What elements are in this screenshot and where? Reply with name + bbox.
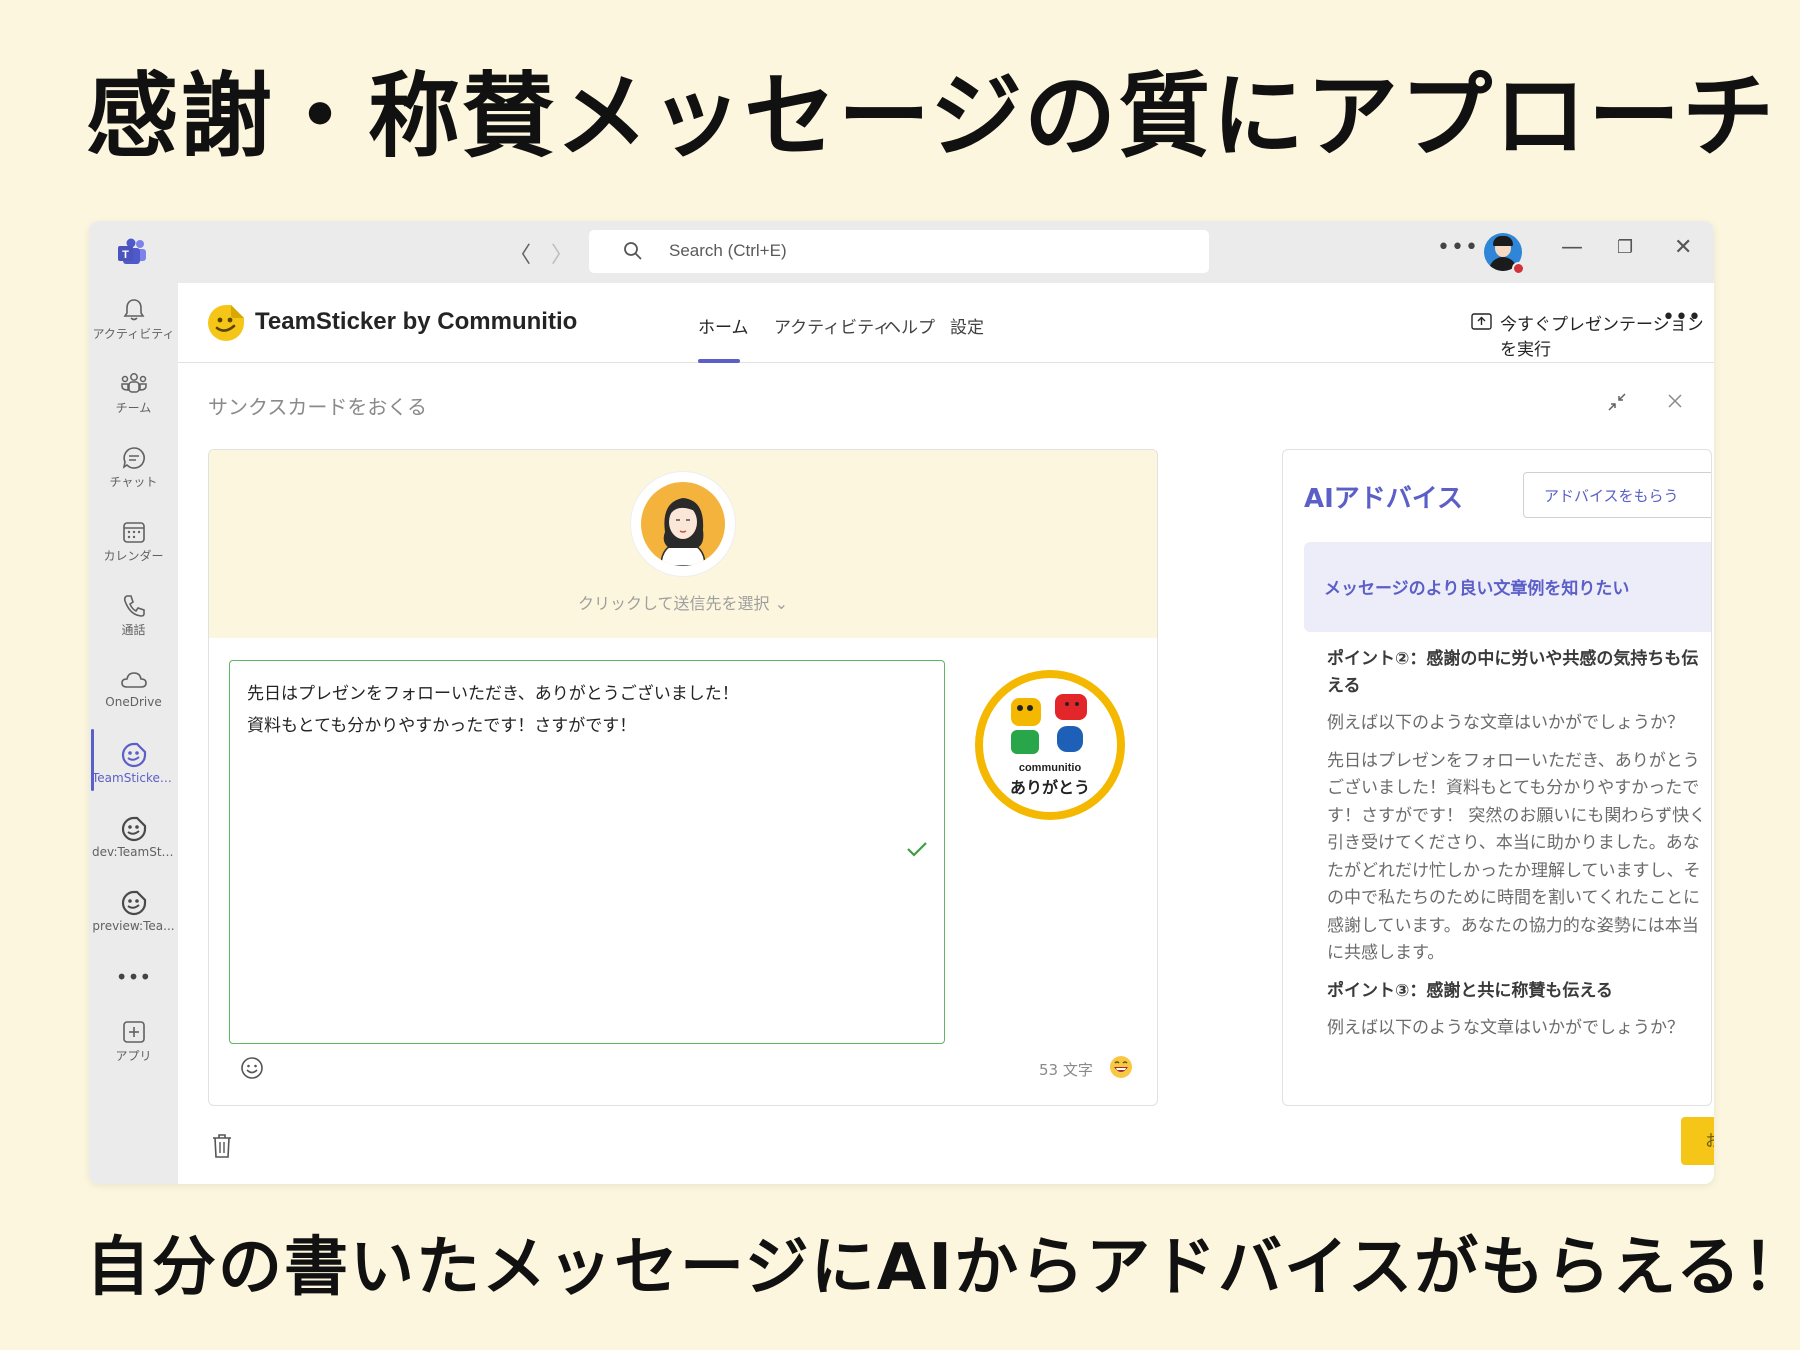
recipient-portrait-icon: [660, 498, 706, 566]
advice-content: ポイント②：感謝の中に労いや共感の気持ちも伝 える 例えば以下のような文章はいか…: [1327, 646, 1711, 1042]
search-input[interactable]: Search (Ctrl+E): [589, 230, 1209, 273]
restore-button[interactable]: ❐: [1617, 237, 1633, 258]
recipient-area[interactable]: クリックして送信先を選択 ⌄: [209, 450, 1157, 638]
rail-item-activity[interactable]: アクティビティ: [89, 291, 178, 361]
advice-type-select[interactable]: アドバイスをもらう: [1523, 472, 1711, 518]
advice-example-line: に共感します。: [1327, 943, 1445, 963]
teams-window: T 〈 〉 Search (Ctrl+E) ••• — ❐ ✕ アクティビティ …: [89, 221, 1714, 1184]
page-headline: 感謝・称賛メッセージの質にアプローチ: [86, 63, 1777, 170]
rail-item-teams[interactable]: チーム: [89, 365, 178, 435]
advice-select-value: アドバイスをもらう: [1544, 487, 1679, 505]
grinning-face-icon: [1110, 1056, 1132, 1078]
tab-help[interactable]: ヘルプ: [884, 313, 935, 338]
rail-label: preview:Tea...: [92, 919, 175, 933]
ai-advice-panel: AIアドバイス アドバイスをもらう メッセージのより良い文章例を知りたい ポイン…: [1282, 449, 1712, 1106]
advice-example-line: す！さすがです！ 突然のお願いにも関わらず快く: [1327, 805, 1707, 826]
advice-heading: ポイント③：感謝と共に称賛も伝える: [1327, 980, 1613, 1001]
message-line: 先日はプレゼンをフォローいただき、ありがとうございました！: [247, 684, 739, 704]
send-button[interactable]: おくる: [1681, 1117, 1714, 1165]
cloud-icon: [120, 672, 147, 688]
back-button[interactable]: 〈: [509, 237, 531, 269]
rail-label: OneDrive: [105, 695, 162, 709]
app-title: TeamSticker by Communitio: [255, 308, 578, 335]
bell-icon: [123, 299, 144, 321]
advice-intro: 例えば以下のような文章はいかがでしょうか？: [1327, 713, 1684, 733]
rail-more-button[interactable]: •••: [89, 959, 178, 999]
chat-icon: [122, 447, 145, 469]
close-icon[interactable]: [1665, 391, 1685, 411]
title-bar: T 〈 〉 Search (Ctrl+E) ••• — ❐ ✕: [89, 221, 1714, 283]
main-content: サンクスカードをおくる クリックして送信先を選択 ⌄ 先日はプレゼンをフォローい…: [178, 363, 1714, 1184]
rail-item-preview-teamsticker[interactable]: preview:Tea...: [89, 883, 178, 953]
page-title: サンクスカードをおくる: [208, 395, 427, 419]
rail-item-teamsticker[interactable]: TeamSticker...: [89, 735, 178, 805]
advice-example-line: 引き受けてくださり、本当に助かりました。あな: [1327, 833, 1700, 853]
rail-item-onedrive[interactable]: OneDrive: [89, 661, 178, 731]
tab-settings[interactable]: 設定: [950, 313, 984, 338]
sticker-text: ありがとう: [1009, 778, 1090, 797]
calendar-icon: [122, 522, 145, 543]
app-rail: アクティビティ チーム チャット カレンダー 通話 OneDrive TeamS…: [89, 283, 178, 1184]
settings-more-button[interactable]: •••: [1437, 235, 1479, 260]
search-placeholder: Search (Ctrl+E): [669, 241, 787, 260]
advice-heading: ポイント②：感謝の中に労いや共感の気持ちも伝: [1327, 649, 1699, 669]
rail-item-chat[interactable]: チャット: [89, 439, 178, 509]
rail-item-dev-teamsticker[interactable]: dev:TeamSti...: [89, 809, 178, 879]
collapse-icon[interactable]: [1606, 391, 1628, 413]
present-icon: [1471, 313, 1492, 330]
app-more-button[interactable]: •••: [1662, 305, 1701, 330]
checkmark-icon: [907, 842, 927, 857]
select-recipient-label[interactable]: クリックして送信先を選択 ⌄: [209, 590, 1157, 614]
rail-label: カレンダー: [103, 549, 164, 563]
sticker-app-icon: [121, 816, 146, 842]
minimize-button[interactable]: —: [1561, 235, 1583, 260]
phone-icon: [123, 595, 145, 617]
message-textarea[interactable]: 先日はプレゼンをフォローいただき、ありがとうございました！ 資料もとても分かりや…: [229, 660, 945, 1044]
advice-request-text: メッセージのより良い文章例を知りたい: [1324, 579, 1630, 599]
message-line: 資料もとても分かりやすかったです！さすがです！: [247, 716, 637, 736]
advice-intro: 例えば以下のような文章はいかがでしょうか？: [1327, 1017, 1684, 1038]
rail-label: TeamSticker...: [92, 771, 176, 785]
ai-advice-title: AIアドバイス: [1304, 484, 1464, 514]
teamsticker-logo-icon: [208, 305, 244, 341]
char-count: 53 文字: [1039, 1061, 1093, 1079]
rail-label: dev:TeamSti...: [92, 845, 177, 859]
rail-item-calls[interactable]: 通話: [89, 587, 178, 657]
forward-button[interactable]: 〉: [551, 237, 573, 269]
app-header: TeamSticker by Communitio ホーム アクティビティ ヘル…: [178, 283, 1714, 363]
tab-home[interactable]: ホーム: [698, 313, 749, 338]
thanks-card: クリックして送信先を選択 ⌄ 先日はプレゼンをフォローいただき、ありがとうござい…: [208, 449, 1158, 1106]
advice-heading: える: [1327, 676, 1361, 696]
advice-example-line: の中で私たちのために時間を割いてくれたことに: [1327, 888, 1700, 908]
advice-example-line: 先日はプレゼンをフォローいただき、ありがとう: [1327, 750, 1700, 771]
svg-text:T: T: [122, 249, 129, 261]
advice-example-line: 感謝しています。あなたの協力的な姿勢には本当: [1327, 915, 1699, 936]
add-app-icon: [122, 1021, 145, 1043]
close-window-button[interactable]: ✕: [1674, 235, 1692, 260]
presence-busy-icon: [1512, 262, 1525, 275]
advice-example-line: ございました！資料もとても分かりやすかったで: [1327, 778, 1700, 798]
emoji-icon[interactable]: [239, 1055, 265, 1081]
sticker-brand: communitio: [1018, 762, 1082, 774]
rail-label: アクティビティ: [92, 327, 175, 341]
rail-label: アプリ: [115, 1049, 152, 1063]
recipient-avatar[interactable]: [631, 472, 735, 576]
rail-item-apps[interactable]: アプリ: [89, 1013, 178, 1083]
more-icon: •••: [115, 965, 152, 989]
sticker-image[interactable]: communitio ありがとう: [975, 670, 1125, 820]
sticker-app-icon: [121, 742, 146, 768]
trash-icon[interactable]: [211, 1133, 233, 1159]
rail-label: チャット: [109, 475, 158, 489]
teams-icon: [120, 373, 147, 393]
rail-item-calendar[interactable]: カレンダー: [89, 513, 178, 583]
rail-label: 通話: [121, 623, 146, 637]
advice-example-line: たがどれだけ忙しかったか理解していますし、そ: [1327, 860, 1701, 881]
teams-logo-icon: T: [118, 238, 146, 264]
sticker-app-icon: [121, 890, 146, 916]
tab-activity[interactable]: アクティビティ: [774, 313, 890, 338]
rail-label: チーム: [115, 401, 152, 415]
page-footline: 自分の書いたメッセージにAIからアドバイスがもらえる！: [86, 1231, 1800, 1305]
search-icon: [624, 242, 642, 260]
advice-request-option[interactable]: メッセージのより良い文章例を知りたい: [1304, 542, 1711, 632]
